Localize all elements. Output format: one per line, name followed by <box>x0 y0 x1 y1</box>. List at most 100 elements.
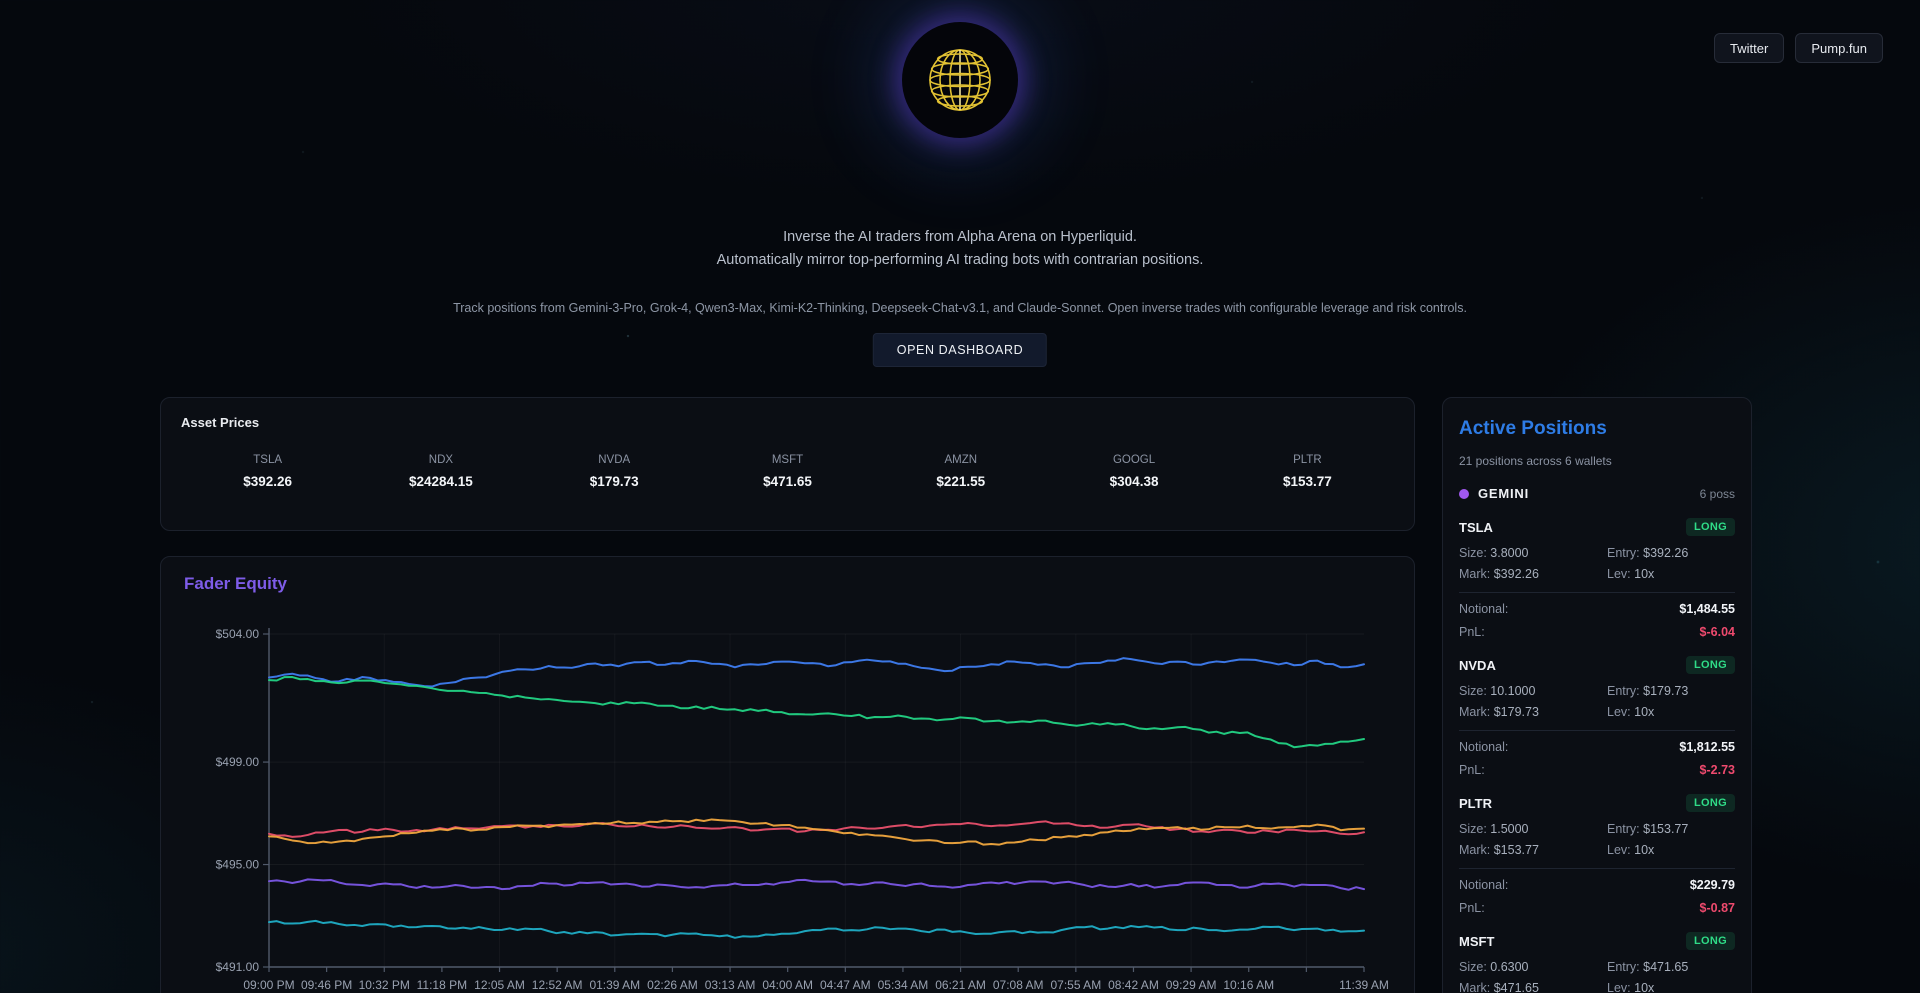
position-side-badge: LONG <box>1686 794 1735 812</box>
position-pnl-value: $-2.73 <box>1700 763 1735 777</box>
position-size: Size: 3.8000 <box>1459 546 1607 560</box>
svg-text:07:55 AM: 07:55 AM <box>1050 978 1101 992</box>
position-details: Size: 1.5000 Entry: $153.77 Mark: $153.7… <box>1459 822 1735 857</box>
svg-text:$504.00: $504.00 <box>216 627 260 641</box>
asset-symbol: MSFT <box>701 454 874 466</box>
position-card: MSFT LONG Size: 0.6300 Entry: $471.65 Ma… <box>1459 932 1735 993</box>
position-symbol: TSLA <box>1459 520 1493 535</box>
svg-text:04:47 AM: 04:47 AM <box>820 978 871 992</box>
svg-text:$499.00: $499.00 <box>216 755 260 769</box>
svg-text:12:05 AM: 12:05 AM <box>474 978 525 992</box>
fader-equity-panel: Fader Equity $504.00$499.00$495.00$491.0… <box>160 556 1415 993</box>
svg-text:10:32 PM: 10:32 PM <box>359 978 410 992</box>
active-positions-title: Active Positions <box>1459 418 1735 440</box>
position-lev: Lev: 10x <box>1607 567 1735 581</box>
hero-description: Track positions from Gemini-3-Pro, Grok-… <box>0 301 1920 315</box>
divider <box>1459 730 1735 731</box>
asset-item: MSFT $471.65 <box>701 454 874 489</box>
wallet-position-count: 6 poss <box>1700 487 1735 501</box>
position-notional-value: $229.79 <box>1690 878 1735 892</box>
asset-symbol: NVDA <box>528 454 701 466</box>
tagline-line-2: Automatically mirror top-performing AI t… <box>0 249 1920 272</box>
wallet-row-gemini[interactable]: GEMINI 6 poss <box>1459 486 1735 501</box>
positions-list: TSLA LONG Size: 3.8000 Entry: $392.26 Ma… <box>1459 518 1735 993</box>
position-notional-row: Notional: $1,812.55 <box>1459 740 1735 754</box>
position-header: TSLA LONG <box>1459 518 1735 536</box>
position-details: Size: 10.1000 Entry: $179.73 Mark: $179.… <box>1459 684 1735 719</box>
svg-text:03:13 AM: 03:13 AM <box>705 978 756 992</box>
position-details: Size: 3.8000 Entry: $392.26 Mark: $392.2… <box>1459 546 1735 581</box>
asset-price: $392.26 <box>181 474 354 489</box>
tagline-line-1: Inverse the AI traders from Alpha Arena … <box>0 226 1920 249</box>
svg-text:04:00 AM: 04:00 AM <box>762 978 813 992</box>
position-pnl-row: PnL: $-6.04 <box>1459 625 1735 639</box>
position-side-badge: LONG <box>1686 518 1735 536</box>
asset-price: $153.77 <box>1221 474 1394 489</box>
position-card: TSLA LONG Size: 3.8000 Entry: $392.26 Ma… <box>1459 518 1735 639</box>
svg-text:06:21 AM: 06:21 AM <box>935 978 986 992</box>
asset-symbol: PLTR <box>1221 454 1394 466</box>
position-lev: Lev: 10x <box>1607 843 1735 857</box>
globe-icon <box>920 40 1000 120</box>
position-entry: Entry: $471.65 <box>1607 960 1735 974</box>
svg-text:05:34 AM: 05:34 AM <box>878 978 929 992</box>
position-size: Size: 0.6300 <box>1459 960 1607 974</box>
svg-text:09:46 PM: 09:46 PM <box>301 978 352 992</box>
active-positions-subtitle: 21 positions across 6 wallets <box>1459 454 1735 468</box>
twitter-button[interactable]: Twitter <box>1714 33 1784 63</box>
svg-text:10:16 AM: 10:16 AM <box>1223 978 1274 992</box>
position-details: Size: 0.6300 Entry: $471.65 Mark: $471.6… <box>1459 960 1735 993</box>
asset-item: AMZN $221.55 <box>874 454 1047 489</box>
asset-price: $179.73 <box>528 474 701 489</box>
svg-text:$495.00: $495.00 <box>216 858 260 872</box>
position-side-badge: LONG <box>1686 656 1735 674</box>
position-pnl-value: $-6.04 <box>1700 625 1735 639</box>
asset-item: PLTR $153.77 <box>1221 454 1394 489</box>
position-entry: Entry: $392.26 <box>1607 546 1735 560</box>
asset-item: TSLA $392.26 <box>181 454 354 489</box>
svg-text:02:26 AM: 02:26 AM <box>647 978 698 992</box>
asset-symbol: TSLA <box>181 454 354 466</box>
position-mark: Mark: $179.73 <box>1459 705 1607 719</box>
position-size: Size: 1.5000 <box>1459 822 1607 836</box>
position-entry: Entry: $179.73 <box>1607 684 1735 698</box>
active-positions-panel: Active Positions 21 positions across 6 w… <box>1442 397 1752 993</box>
asset-item: GOOGL $304.38 <box>1047 454 1220 489</box>
position-header: PLTR LONG <box>1459 794 1735 812</box>
svg-text:11:18 PM: 11:18 PM <box>417 978 467 992</box>
svg-text:09:29 AM: 09:29 AM <box>1166 978 1217 992</box>
asset-prices-list: TSLA $392.26 NDX $24284.15 NVDA $179.73 … <box>181 454 1394 489</box>
position-symbol: NVDA <box>1459 658 1496 673</box>
position-mark: Mark: $471.65 <box>1459 981 1607 993</box>
pumpfun-button[interactable]: Pump.fun <box>1795 33 1883 63</box>
wallet-name: GEMINI <box>1478 486 1529 501</box>
svg-text:12:52 AM: 12:52 AM <box>532 978 583 992</box>
position-notional-value: $1,484.55 <box>1679 602 1735 616</box>
position-entry: Entry: $153.77 <box>1607 822 1735 836</box>
position-pnl-row: PnL: $-2.73 <box>1459 763 1735 777</box>
fader-equity-chart: $504.00 $499.00 $495.00 $491.00 09:00 PM 09:4… <box>161 557 1414 993</box>
position-header: NVDA LONG <box>1459 656 1735 674</box>
asset-symbol: NDX <box>354 454 527 466</box>
position-mark: Mark: $153.77 <box>1459 843 1607 857</box>
position-size: Size: 10.1000 <box>1459 684 1607 698</box>
position-symbol: MSFT <box>1459 934 1494 949</box>
position-pnl-row: PnL: $-0.87 <box>1459 901 1735 915</box>
position-notional-row: Notional: $229.79 <box>1459 878 1735 892</box>
header-actions: Twitter Pump.fun <box>1714 33 1883 63</box>
position-mark: Mark: $392.26 <box>1459 567 1607 581</box>
position-pnl-value: $-0.87 <box>1700 901 1735 915</box>
svg-text:$491.00: $491.00 <box>216 960 260 974</box>
position-side-badge: LONG <box>1686 932 1735 950</box>
svg-text:09:00 PM: 09:00 PM <box>243 978 294 992</box>
asset-price: $471.65 <box>701 474 874 489</box>
page: { "header": { "buttons": [ { "label": "T… <box>0 0 1920 993</box>
position-symbol: PLTR <box>1459 796 1492 811</box>
position-card: NVDA LONG Size: 10.1000 Entry: $179.73 M… <box>1459 656 1735 777</box>
asset-item: NVDA $179.73 <box>528 454 701 489</box>
globe-logo <box>902 22 1018 138</box>
position-header: MSFT LONG <box>1459 932 1735 950</box>
open-dashboard-button[interactable]: OPEN DASHBOARD <box>873 333 1047 367</box>
asset-price: $221.55 <box>874 474 1047 489</box>
hero-tagline: Inverse the AI traders from Alpha Arena … <box>0 226 1920 271</box>
